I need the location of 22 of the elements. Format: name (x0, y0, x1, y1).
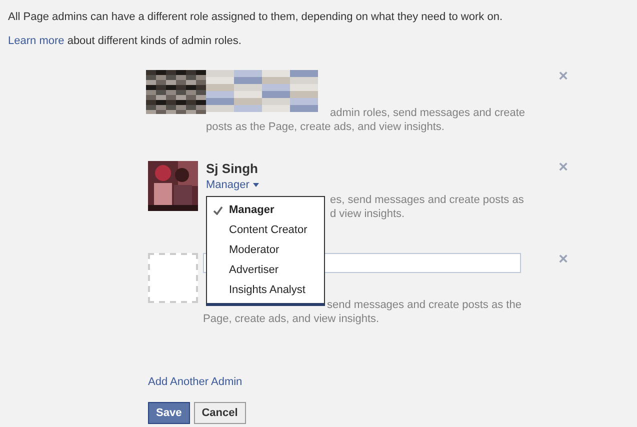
check-icon (213, 206, 223, 214)
admin-name: Sj Singh (206, 161, 258, 177)
avatar-placeholder (148, 253, 198, 303)
role-description: es, send messages and create posts as (330, 193, 524, 207)
learn-more-link[interactable]: Learn more (8, 35, 64, 47)
intro-text: All Page admins can have a different role assigned to them, depending on what they need to work on. (8, 10, 504, 24)
role-description: Page, create ads, and view insights. (203, 312, 380, 326)
caret-icon (253, 183, 260, 187)
cancel-button[interactable]: Cancel (194, 402, 246, 424)
menu-item[interactable]: Manager (207, 200, 324, 220)
menu-item[interactable]: Moderator (207, 240, 324, 260)
menu-item[interactable]: Content Creator (207, 220, 324, 240)
save-button[interactable]: Save (148, 402, 190, 424)
add-admin-link[interactable]: Add Another Admin (148, 376, 242, 388)
role-description: posts as the Page, create ads, and view insights. (206, 120, 444, 134)
info-text: about different kinds of admin roles. (66, 35, 242, 47)
role-description: send messages and create posts as the (327, 298, 522, 312)
role-description: admin roles, send messages and create (330, 106, 526, 120)
role-description: d view insights. (330, 207, 405, 221)
menu-item[interactable]: Advertiser (207, 260, 324, 280)
menu-item[interactable]: Insights Analyst (207, 280, 324, 300)
role-dropdown[interactable]: Manager (206, 177, 260, 193)
